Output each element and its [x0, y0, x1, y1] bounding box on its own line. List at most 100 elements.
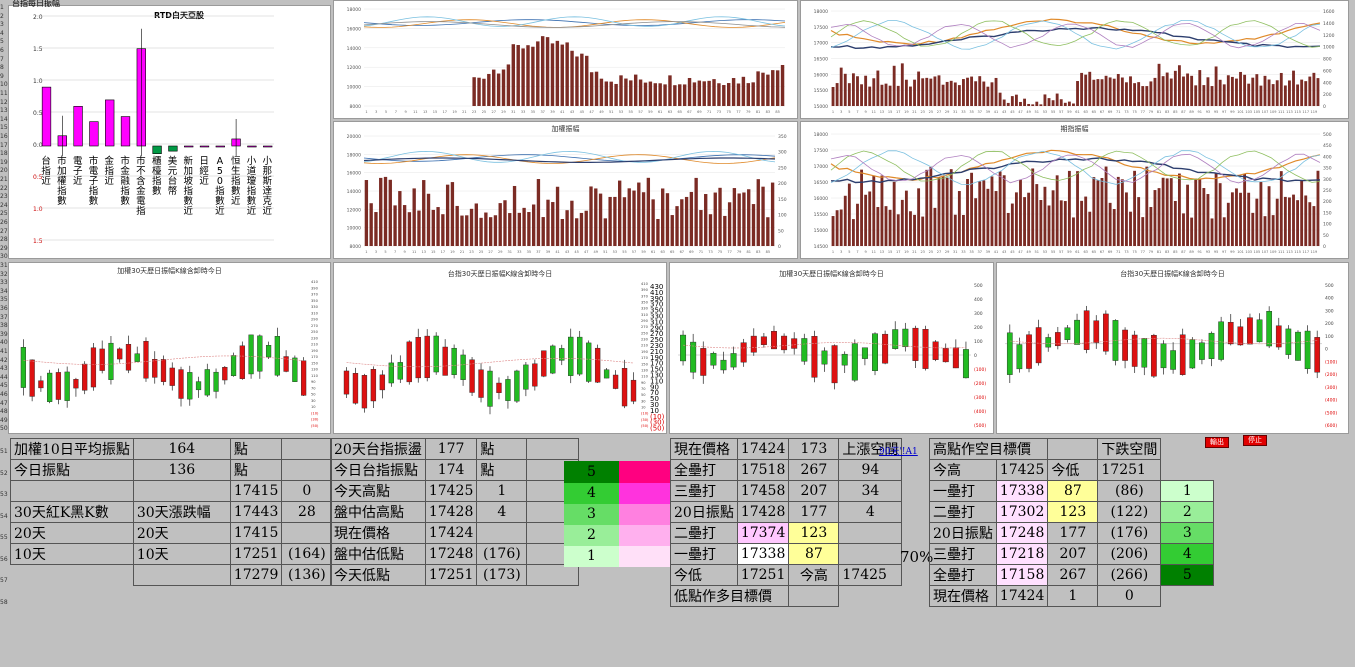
x-tick-label: 15: [888, 250, 892, 254]
x-tick-label: 57: [1059, 110, 1063, 114]
y-tick-label: (100): [1325, 359, 1337, 365]
bar: [1104, 75, 1108, 106]
x-tick-label: 35: [969, 250, 973, 254]
bar: [1169, 178, 1173, 246]
x-tick-label: 85: [1173, 250, 1177, 254]
y-tick-label: 90: [641, 381, 646, 385]
bar: [643, 82, 648, 106]
bar: [1031, 168, 1035, 246]
row-number: 30: [0, 253, 8, 261]
bar: [1063, 102, 1067, 106]
bar: [839, 67, 843, 106]
bar: [1194, 178, 1198, 246]
bar: [531, 204, 536, 246]
cell: 17302: [995, 501, 1049, 523]
x-tick-label: 57: [632, 250, 636, 254]
bar: [1120, 77, 1124, 106]
cell: [281, 459, 333, 481]
y-tick-label: (10): [641, 412, 649, 416]
bar: [904, 79, 908, 106]
candle: [550, 345, 556, 374]
x-tick-label: 35: [969, 110, 973, 114]
cell: 17374: [736, 522, 790, 544]
x-tick-label: 119: [1311, 250, 1318, 254]
candle: [47, 372, 53, 402]
y-tick-label: 250: [778, 165, 787, 171]
bar: [731, 78, 736, 106]
y-tick-label: 0.0: [33, 142, 43, 149]
bar: [1288, 80, 1291, 106]
bar: [737, 193, 741, 246]
bar: [441, 214, 445, 246]
bar: [1251, 77, 1255, 106]
y-tick-label: 130: [311, 368, 319, 372]
bar: [1300, 79, 1304, 106]
x-tick-label: 3: [840, 110, 842, 114]
row-number: 58: [0, 598, 8, 606]
row-number: 54: [0, 512, 8, 520]
bar: [603, 218, 608, 246]
bar: [536, 179, 541, 246]
bar: [1010, 203, 1014, 246]
cell: 一壘打: [670, 543, 738, 565]
bar: [856, 203, 859, 246]
candle-chart-svg: 410 390 370 350 330 310 290 270 250 230 210 190 170 1…: [343, 282, 665, 433]
candle: [1237, 326, 1244, 346]
x-tick-label: 57: [638, 110, 642, 114]
bar: [472, 77, 476, 106]
level-cell: 1: [1160, 480, 1215, 502]
candle: [187, 372, 193, 400]
y-tick-label: 500: [1325, 283, 1334, 289]
bar: [684, 196, 689, 246]
bar: [888, 85, 892, 106]
y-tick-label: 350: [1323, 166, 1332, 172]
bar: [727, 202, 732, 246]
series-line: [363, 157, 776, 163]
cell: 0: [281, 480, 333, 502]
y-tick-label: 100: [778, 213, 787, 219]
row-number: 31: [0, 262, 8, 269]
row-number: 45: [0, 382, 8, 390]
x-tick-label: 23: [920, 250, 924, 254]
bar: [492, 69, 496, 106]
x-tick-label: 75: [718, 250, 722, 254]
x-tick-label: 15: [888, 110, 892, 114]
stop-button[interactable]: 停止: [1243, 435, 1267, 446]
y-tick-label: 500: [974, 283, 983, 289]
bar: [1067, 101, 1071, 106]
category-label: A 5 0 指數近: [215, 156, 225, 217]
candle: [1151, 334, 1157, 377]
bar: [747, 189, 751, 246]
bar: [1055, 175, 1059, 246]
short-target-table: 高點作空目標價 下跌空間 今高 17425 今低 17251 一壘打 17338 87 (86…: [928, 438, 1215, 607]
bar: [888, 209, 892, 246]
rtd-amplitude-chart: RTD白天亞股 2.0 1.5 1.0 0.5 0.0 0.5 1.0 1.5 台指近 市加權指數電…: [8, 5, 331, 259]
y-tick-label: (600): [1325, 423, 1337, 429]
bar: [1092, 177, 1096, 246]
candle: [1131, 334, 1138, 367]
bar: [1014, 94, 1018, 106]
bar: [909, 211, 912, 246]
y-tick-label: 200: [1323, 199, 1332, 205]
bar: [482, 78, 486, 106]
cell: 高點作空目標價: [928, 438, 1049, 460]
row-number: 33: [0, 279, 8, 287]
sheet-link[interactable]: 90天'!A1: [879, 444, 918, 457]
x-tick-label: 7: [394, 250, 396, 254]
candle: [568, 336, 574, 376]
bar: [831, 87, 835, 106]
x-tick-label: 19: [904, 110, 908, 114]
chart-title: 台指30天歷日振幅K線含卸時今日: [1120, 270, 1225, 278]
x-tick-label: 83: [756, 250, 760, 254]
x-tick-label: 21: [912, 110, 916, 114]
y-tick-label: 270: [311, 324, 319, 328]
cell: 17424: [424, 522, 478, 544]
candle: [257, 335, 263, 372]
y-tick-label: 0: [1325, 347, 1328, 353]
bar: [73, 106, 83, 147]
x-tick-label: 29: [945, 250, 949, 254]
bar: [1235, 188, 1238, 246]
bar: [742, 192, 746, 246]
bar: [904, 190, 908, 246]
candle: [248, 334, 254, 375]
